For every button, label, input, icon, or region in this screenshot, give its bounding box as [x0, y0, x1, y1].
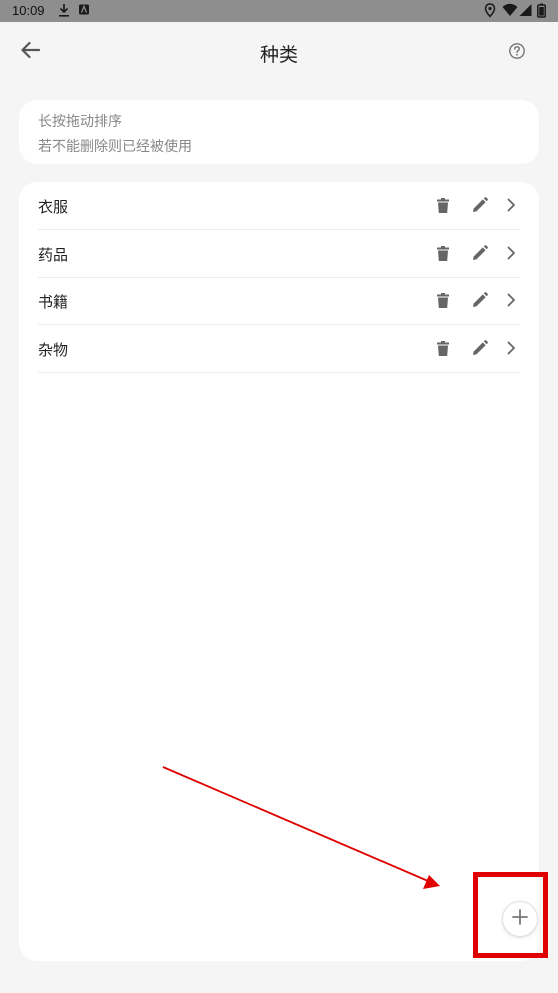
- trash-icon: [437, 197, 449, 213]
- trash-icon: [437, 292, 449, 308]
- pencil-icon: [473, 340, 488, 355]
- download-icon: [57, 3, 71, 21]
- delete-button[interactable]: [432, 194, 454, 216]
- pencil-icon: [473, 245, 488, 260]
- category-label: 书籍: [38, 293, 69, 311]
- chevron-right-icon: [507, 293, 515, 307]
- wifi-icon: [502, 3, 518, 20]
- app-bar: 种类: [0, 22, 558, 82]
- hint-drag-sort: 长按拖动排序: [38, 114, 122, 130]
- chevron-right-icon: [507, 246, 515, 260]
- category-row[interactable]: 药品: [38, 230, 520, 278]
- open-button[interactable]: [500, 289, 522, 311]
- delete-button[interactable]: [432, 337, 454, 359]
- cell-signal-icon: [519, 3, 532, 20]
- hint-cannot-delete: 若不能删除则已经被使用: [38, 139, 192, 155]
- category-row[interactable]: 书籍: [38, 277, 520, 325]
- plus-icon: [512, 909, 528, 929]
- hint-card: 长按拖动排序 若不能删除则已经被使用: [19, 100, 539, 164]
- pencil-icon: [473, 292, 488, 307]
- chevron-right-icon: [507, 341, 515, 355]
- edit-button[interactable]: [469, 289, 491, 311]
- add-category-button[interactable]: [502, 901, 538, 937]
- edit-button[interactable]: [469, 242, 491, 264]
- edit-button[interactable]: [469, 194, 491, 216]
- trash-icon: [437, 340, 449, 356]
- location-icon: [484, 3, 496, 21]
- category-label: 衣服: [38, 198, 69, 216]
- status-time: 10:09: [12, 3, 45, 18]
- category-list: 衣服 药品 书籍 杂物: [19, 182, 539, 961]
- delete-button[interactable]: [432, 242, 454, 264]
- pencil-icon: [473, 197, 488, 212]
- category-label: 药品: [38, 246, 69, 264]
- open-button[interactable]: [500, 242, 522, 264]
- delete-button[interactable]: [432, 289, 454, 311]
- category-row[interactable]: 衣服: [38, 182, 520, 230]
- open-button[interactable]: [500, 194, 522, 216]
- help-circle-icon: [508, 42, 526, 64]
- category-row[interactable]: 杂物: [38, 325, 520, 373]
- category-label: 杂物: [38, 341, 69, 359]
- status-bar: 10:09: [0, 0, 558, 22]
- battery-icon: [537, 3, 546, 21]
- app-notification-icon: [78, 3, 90, 19]
- help-button[interactable]: [502, 38, 532, 68]
- edit-button[interactable]: [469, 337, 491, 359]
- page-title: 种类: [259, 44, 298, 66]
- trash-icon: [437, 245, 449, 261]
- open-button[interactable]: [500, 337, 522, 359]
- chevron-right-icon: [507, 198, 515, 212]
